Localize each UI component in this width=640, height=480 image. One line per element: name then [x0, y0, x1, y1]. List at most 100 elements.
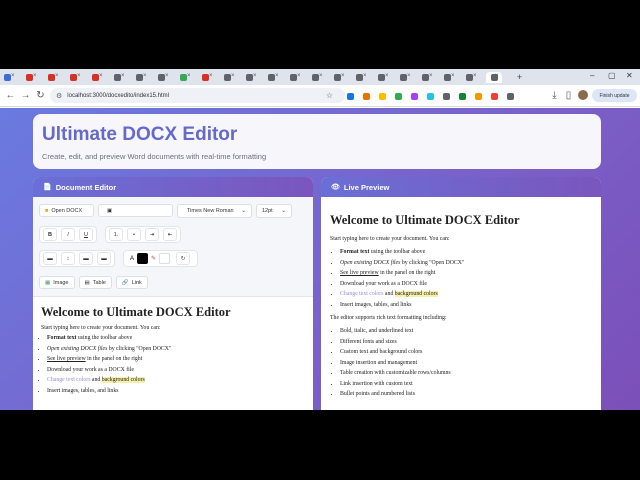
finish-update-button[interactable]: Finish update: [592, 89, 637, 102]
extension-icon[interactable]: [395, 93, 402, 100]
extension-icon[interactable]: [459, 93, 466, 100]
tab-close-icon[interactable]: ×: [143, 73, 147, 79]
url-text: localhost:3000/docxedito/index15.html: [67, 92, 170, 99]
bookmark-star-icon[interactable]: ☆: [326, 91, 333, 100]
insert-link-button[interactable]: 🔗 Link: [115, 276, 148, 289]
tab-close-icon[interactable]: ×: [275, 73, 279, 79]
tab-close-icon[interactable]: ×: [55, 73, 59, 79]
browser-tab[interactable]: ×: [178, 72, 191, 83]
back-icon[interactable]: ←: [3, 90, 18, 101]
tab-close-icon[interactable]: ×: [319, 73, 323, 79]
browser-tab[interactable]: ×: [420, 72, 433, 83]
minimize-icon[interactable]: –: [590, 71, 594, 80]
download-icon[interactable]: ⤓: [547, 90, 562, 101]
site-info-icon[interactable]: ⚙: [56, 92, 62, 100]
browser-tab[interactable]: ×: [46, 72, 59, 83]
browser-tab[interactable]: ×: [486, 71, 502, 83]
save-docx-button[interactable]: ▣: [98, 204, 173, 217]
browser-tab[interactable]: ×: [442, 72, 455, 83]
open-docx-button[interactable]: ■ Open DOCX: [39, 204, 94, 217]
align-justify-icon[interactable]: ▬: [97, 252, 111, 265]
browser-tab[interactable]: ×: [354, 72, 367, 83]
browser-tab[interactable]: ×: [200, 72, 213, 83]
underline-button[interactable]: U: [79, 228, 93, 241]
tab-favicon-icon: [202, 73, 209, 81]
document-editor-area[interactable]: Welcome to Ultimate DOCX Editor Start ty…: [33, 297, 313, 404]
tab-close-icon[interactable]: ×: [11, 73, 15, 79]
highlight-color-swatch[interactable]: [159, 253, 171, 264]
reload-icon[interactable]: ↻: [33, 90, 48, 101]
browser-tab[interactable]: ×: [112, 72, 125, 83]
bold-button[interactable]: B: [43, 228, 57, 241]
ordered-list-button[interactable]: 1.: [109, 228, 123, 241]
tab-close-icon[interactable]: ×: [363, 73, 367, 79]
tab-close-icon[interactable]: ×: [407, 73, 411, 79]
reset-color-icon[interactable]: ↻: [176, 252, 191, 265]
extension-icon[interactable]: [443, 93, 450, 100]
align-left-icon[interactable]: ▬: [43, 252, 57, 265]
tab-close-icon[interactable]: ×: [253, 73, 257, 79]
tab-close-icon[interactable]: ×: [99, 73, 103, 79]
close-window-icon[interactable]: ✕: [626, 71, 633, 80]
browser-tab[interactable]: ×: [134, 72, 147, 83]
preview-content: Welcome to Ultimate DOCX Editor Start ty…: [321, 197, 601, 410]
tab-close-icon[interactable]: ×: [33, 73, 37, 79]
tab-close-icon[interactable]: ×: [297, 73, 301, 79]
tab-close-icon[interactable]: ×: [187, 73, 191, 79]
extension-icon[interactable]: [379, 93, 386, 100]
extension-icon[interactable]: [347, 93, 354, 100]
address-bar[interactable]: ⚙ localhost:3000/docxedito/index15.html …: [50, 88, 345, 103]
italic-button[interactable]: I: [61, 228, 75, 241]
extension-icon[interactable]: [363, 93, 370, 100]
insert-image-label: Image: [53, 279, 69, 286]
new-tab-button[interactable]: +: [517, 72, 522, 82]
tab-favicon-icon: [26, 73, 33, 81]
browser-tab[interactable]: ×: [310, 72, 323, 83]
extension-icon[interactable]: [491, 93, 498, 100]
tab-close-icon[interactable]: ×: [231, 73, 235, 79]
extension-icon[interactable]: [411, 93, 418, 100]
align-center-icon[interactable]: ↕: [61, 252, 75, 265]
browser-tab[interactable]: ×: [68, 72, 81, 83]
browser-tab[interactable]: ×: [2, 72, 15, 83]
browser-tab[interactable]: ×: [90, 72, 103, 83]
tab-close-icon[interactable]: ×: [121, 73, 125, 79]
browser-toolbar: ← → ↻ ⚙ localhost:3000/docxedito/index15…: [0, 85, 640, 107]
tab-close-icon[interactable]: ×: [429, 73, 433, 79]
highlight-icon[interactable]: ✎: [151, 255, 156, 262]
tab-close-icon[interactable]: ×: [385, 73, 389, 79]
browser-tab[interactable]: ×: [376, 72, 389, 83]
browser-tab[interactable]: ×: [156, 72, 169, 83]
indent-button[interactable]: ⇥: [145, 228, 159, 241]
tab-close-icon[interactable]: ×: [341, 73, 345, 79]
browser-tab[interactable]: ×: [288, 72, 301, 83]
maximize-icon[interactable]: ▢: [608, 71, 616, 80]
browser-tab[interactable]: ×: [464, 72, 477, 83]
browser-tab[interactable]: ×: [398, 72, 411, 83]
extension-icon[interactable]: [475, 93, 482, 100]
insert-table-button[interactable]: ▤ Table: [78, 276, 112, 289]
browser-tab[interactable]: ×: [222, 72, 235, 83]
text-color-swatch[interactable]: [137, 253, 149, 264]
outdent-button[interactable]: ⇤: [163, 228, 177, 241]
profile-avatar[interactable]: [578, 90, 588, 100]
forward-icon[interactable]: →: [18, 90, 33, 101]
tab-close-icon[interactable]: ×: [165, 73, 169, 79]
tab-close-icon[interactable]: ×: [209, 73, 213, 79]
browser-tab[interactable]: ×: [24, 72, 37, 83]
tab-close-icon[interactable]: ×: [495, 73, 499, 79]
align-right-icon[interactable]: ▬: [79, 252, 93, 265]
browser-tab[interactable]: ×: [244, 72, 257, 83]
tab-close-icon[interactable]: ×: [473, 73, 477, 79]
insert-image-button[interactable]: ▦ Image: [39, 276, 75, 289]
extension-icon[interactable]: [507, 93, 514, 100]
unordered-list-button[interactable]: •: [127, 228, 141, 241]
browser-tab[interactable]: ×: [332, 72, 345, 83]
browser-tab[interactable]: ×: [266, 72, 279, 83]
sidepanel-icon[interactable]: ▯: [561, 90, 576, 101]
extension-icon[interactable]: [427, 93, 434, 100]
tab-close-icon[interactable]: ×: [77, 73, 81, 79]
tab-close-icon[interactable]: ×: [451, 73, 455, 79]
font-size-select[interactable]: 12pt ⌄: [256, 203, 292, 218]
font-family-select[interactable]: Times New Roman ⌄: [177, 203, 252, 218]
